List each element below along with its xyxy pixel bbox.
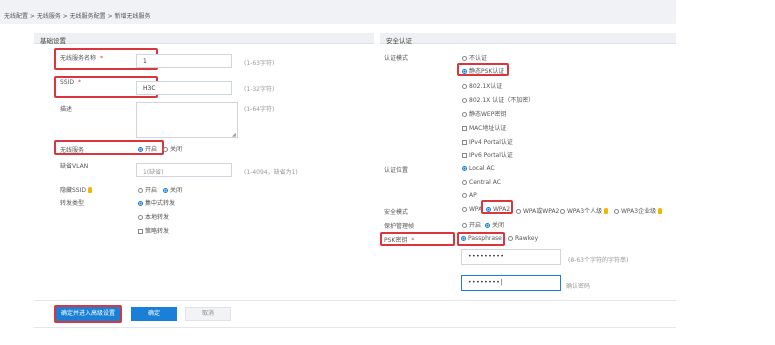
psk-key-label: PSK密钥 * bbox=[384, 237, 415, 244]
security-mode-label: 安全模式 bbox=[384, 209, 409, 216]
auth-option-8021x[interactable]: 802.1X认证 bbox=[462, 81, 502, 90]
psk-type-rawkey[interactable]: Rawkey bbox=[508, 235, 538, 242]
location-central-ac[interactable]: Central AC bbox=[462, 179, 501, 186]
auth-option-ipv4-portal[interactable]: IPv4 Portal认证 bbox=[462, 137, 513, 146]
save-and-advanced-button[interactable]: 确定并进入高级设置 bbox=[56, 307, 120, 321]
radio-icon[interactable] bbox=[508, 236, 513, 241]
tip-bulb-icon[interactable] bbox=[88, 187, 93, 193]
security-title: 安全认证 bbox=[386, 37, 412, 45]
cancel-button[interactable]: 取消 bbox=[185, 307, 231, 321]
auth-option-static-psk[interactable]: 静态PSK认证 bbox=[462, 66, 504, 75]
service-name-hint: (1-63字符) bbox=[244, 60, 275, 67]
psk-confirm-input[interactable]: ••••••••| bbox=[461, 275, 561, 291]
location-ap[interactable]: AP bbox=[462, 192, 477, 199]
radio-icon[interactable] bbox=[614, 209, 619, 214]
radio-icon[interactable] bbox=[138, 188, 143, 193]
hide-ssid-off[interactable]: 关闭 bbox=[163, 185, 182, 194]
checkbox-icon[interactable] bbox=[462, 140, 467, 145]
radio-icon[interactable] bbox=[486, 207, 491, 212]
default-vlan-input[interactable]: 1(缺省) bbox=[136, 163, 232, 177]
radio-icon[interactable] bbox=[461, 236, 466, 241]
radio-on-icon[interactable] bbox=[138, 147, 143, 152]
location-local-ac[interactable]: Local AC bbox=[462, 165, 495, 172]
footer-divider-bottom bbox=[34, 327, 676, 328]
radio-icon[interactable] bbox=[138, 215, 143, 220]
auth-option-8021x-noenc[interactable]: 802.1X 认证（不加密） bbox=[462, 95, 534, 104]
basic-settings-title: 基础设置 bbox=[40, 37, 66, 45]
sec-option-wpa[interactable]: WPA bbox=[462, 206, 482, 213]
radio-icon[interactable] bbox=[516, 209, 521, 214]
radio-icon[interactable] bbox=[138, 201, 143, 206]
radio-icon[interactable] bbox=[462, 69, 467, 74]
service-name-input[interactable]: 1 bbox=[136, 54, 232, 68]
footer-divider bbox=[34, 300, 676, 301]
mgmt-frame-label: 保护管理帧 bbox=[384, 223, 415, 230]
hide-ssid-on[interactable]: 开启 bbox=[138, 185, 157, 194]
auth-location-label: 认证位置 bbox=[384, 167, 409, 174]
ok-button[interactable]: 确定 bbox=[131, 307, 177, 321]
radio-off-icon[interactable] bbox=[163, 147, 168, 152]
psk-key-input[interactable]: ••••••••• bbox=[461, 249, 561, 265]
auth-option-ipv6-portal[interactable]: IPv6 Portal认证 bbox=[462, 150, 513, 159]
ssid-hint: (1-32字符) bbox=[244, 86, 275, 93]
default-vlan-label: 缺省VLAN bbox=[60, 163, 89, 170]
forward-policy[interactable]: 策略转发 bbox=[138, 226, 169, 235]
service-name-label: 无线服务名称 * bbox=[60, 55, 104, 62]
breadcrumb: 无线配置 > 无线服务 > 无线服务配置 > 新增无线服务 bbox=[4, 13, 151, 20]
wireless-service-label: 无线服务 bbox=[60, 147, 85, 154]
auth-mode-label: 认证模式 bbox=[384, 55, 409, 62]
sec-option-wpa3-personal[interactable]: WPA3个人级 bbox=[560, 206, 609, 215]
sec-option-wpa2[interactable]: WPA2 bbox=[486, 206, 510, 213]
radio-icon[interactable] bbox=[462, 193, 467, 198]
psk-type-passphrase[interactable]: Passphrase bbox=[461, 235, 502, 242]
radio-icon[interactable] bbox=[462, 112, 467, 117]
mgmt-frame-off[interactable]: 关闭 bbox=[485, 220, 504, 229]
radio-icon[interactable] bbox=[485, 223, 490, 228]
auth-option-mac[interactable]: MAC地址认证 bbox=[462, 123, 506, 132]
description-label: 描述 bbox=[60, 106, 73, 113]
radio-icon[interactable] bbox=[462, 56, 467, 61]
radio-icon[interactable] bbox=[462, 166, 467, 171]
radio-icon[interactable] bbox=[462, 98, 467, 103]
hide-ssid-label: 隐藏SSID bbox=[60, 185, 93, 194]
wireless-service-on[interactable]: 开启 bbox=[138, 144, 157, 153]
checkbox-icon[interactable] bbox=[462, 153, 467, 158]
radio-icon[interactable] bbox=[560, 209, 565, 214]
description-hint: (1-64字符) bbox=[244, 106, 275, 113]
radio-icon[interactable] bbox=[462, 223, 467, 228]
sec-option-wpa-or-wpa2[interactable]: WPA或WPA2 bbox=[516, 206, 559, 215]
forward-central[interactable]: 集中式转发 bbox=[138, 198, 175, 207]
radio-icon[interactable] bbox=[462, 84, 467, 89]
checkbox-icon[interactable] bbox=[462, 126, 467, 131]
tip-bulb-icon[interactable] bbox=[658, 208, 663, 214]
ssid-input[interactable]: H3C bbox=[136, 81, 232, 95]
forward-local[interactable]: 本地转发 bbox=[138, 212, 169, 221]
psk-key-hint: (8-63个字符的字符串) bbox=[568, 257, 629, 264]
psk-confirm-hint: 确认密码 bbox=[566, 283, 591, 290]
mgmt-frame-on[interactable]: 开启 bbox=[462, 220, 481, 229]
basic-settings-header: 基础设置 bbox=[34, 33, 374, 45]
resize-handle-icon[interactable]: ◢ bbox=[232, 132, 236, 138]
auth-option-wep[interactable]: 静态WEP密钥 bbox=[462, 109, 506, 118]
auth-option-none[interactable]: 不认证 bbox=[462, 53, 487, 62]
radio-icon[interactable] bbox=[163, 188, 168, 193]
security-header: 安全认证 bbox=[380, 33, 676, 45]
default-vlan-hint: (1-4094，缺省为1) bbox=[244, 169, 298, 176]
radio-icon[interactable] bbox=[462, 180, 467, 185]
wireless-service-off[interactable]: 关闭 bbox=[163, 144, 182, 153]
tip-bulb-icon[interactable] bbox=[604, 208, 609, 214]
radio-icon[interactable] bbox=[462, 207, 467, 212]
forward-type-label: 转发类型 bbox=[60, 200, 85, 207]
sec-option-wpa3-enterprise[interactable]: WPA3企业级 bbox=[614, 206, 663, 215]
description-textarea[interactable] bbox=[136, 102, 238, 138]
ssid-label: SSID * bbox=[60, 79, 82, 86]
checkbox-icon[interactable] bbox=[138, 229, 143, 234]
